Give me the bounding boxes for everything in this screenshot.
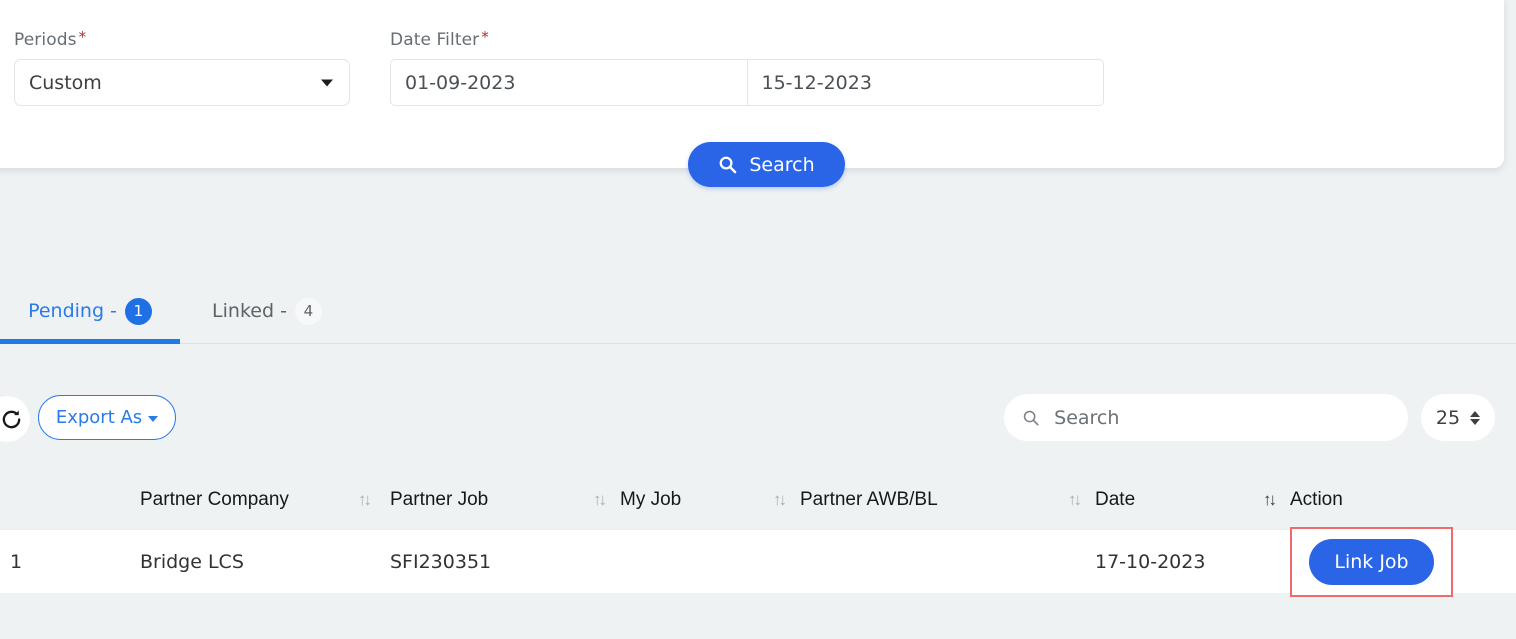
results-table: Partner Company ↑↓ Partner Job ↑↓ My Job… bbox=[0, 470, 1516, 597]
periods-required-asterisk: * bbox=[78, 28, 87, 46]
table-header-partner-awb-bl-label: Partner AWB/BL bbox=[800, 488, 938, 510]
periods-label-text: Periods bbox=[14, 30, 77, 50]
table-header-partner-company-label: Partner Company bbox=[140, 488, 289, 510]
table-header-my-job-label: My Job bbox=[620, 488, 682, 510]
sort-icon[interactable]: ↑↓ bbox=[1068, 490, 1082, 510]
date-to-input[interactable]: 15-12-2023 bbox=[746, 60, 1104, 105]
sort-icon[interactable]: ↑↓ bbox=[593, 490, 607, 510]
tab-linked-label: Linked - bbox=[212, 300, 287, 322]
page-size-value: 25 bbox=[1435, 406, 1461, 429]
page-bottom-strip bbox=[0, 622, 1516, 639]
tab-pending[interactable]: Pending - 1 bbox=[0, 282, 180, 340]
search-icon bbox=[719, 156, 737, 174]
table-header-date[interactable]: Date ↑↓ bbox=[1095, 489, 1290, 511]
row-partner-company: Bridge LCS bbox=[140, 550, 244, 573]
table-header-partner-company[interactable]: Partner Company ↑↓ bbox=[70, 489, 385, 511]
sort-icon[interactable]: ↑↓ bbox=[773, 490, 787, 510]
page-size-select[interactable]: 25 bbox=[1421, 394, 1495, 441]
search-button-label: Search bbox=[749, 153, 815, 176]
table-search-box[interactable] bbox=[1004, 394, 1408, 441]
sort-icon-active[interactable]: ↑↓ bbox=[1263, 490, 1277, 510]
table-search-input[interactable] bbox=[1052, 405, 1390, 430]
link-job-button[interactable]: Link Job bbox=[1309, 538, 1434, 585]
tab-linked-badge: 4 bbox=[294, 297, 322, 325]
periods-field-group: Periods * Custom bbox=[14, 30, 350, 106]
sort-icon[interactable]: ↑↓ bbox=[358, 490, 372, 510]
caret-down-icon bbox=[148, 416, 159, 422]
date-filter-label-text: Date Filter bbox=[390, 30, 480, 50]
tabs-divider bbox=[0, 343, 1516, 344]
table-header-my-job[interactable]: My Job ↑↓ bbox=[620, 489, 800, 511]
date-from-input[interactable]: 01-09-2023 bbox=[391, 60, 747, 105]
table-header-action-label: Action bbox=[1290, 488, 1343, 510]
date-range-inputs: 01-09-2023 15-12-2023 bbox=[390, 59, 1104, 106]
date-filter-required-asterisk: * bbox=[481, 28, 489, 46]
active-tab-underline bbox=[0, 339, 180, 344]
table-header-partner-awb-bl[interactable]: Partner AWB/BL ↑↓ bbox=[800, 489, 1095, 511]
table-header-partner-job[interactable]: Partner Job ↑↓ bbox=[385, 489, 620, 511]
periods-select[interactable]: Custom bbox=[14, 59, 350, 106]
tab-linked[interactable]: Linked - 4 bbox=[180, 282, 354, 340]
row-date: 17-10-2023 bbox=[1095, 550, 1206, 573]
export-as-button[interactable]: Export As bbox=[38, 395, 176, 440]
refresh-icon bbox=[2, 409, 21, 428]
tab-pending-badge: 1 bbox=[124, 297, 152, 325]
periods-label: Periods * bbox=[14, 28, 350, 51]
tab-pending-label: Pending - bbox=[28, 300, 117, 322]
tab-bar: Pending - 1 Linked - 4 bbox=[0, 282, 1516, 344]
refresh-button[interactable] bbox=[0, 396, 30, 442]
row-action-cell: Link Job bbox=[1290, 526, 1516, 597]
date-filter-label: Date Filter * bbox=[390, 28, 1104, 51]
periods-selected-value: Custom bbox=[29, 71, 102, 94]
chevron-down-icon bbox=[321, 79, 333, 86]
table-header-row: Partner Company ↑↓ Partner Job ↑↓ My Job… bbox=[0, 470, 1516, 529]
table-header-partner-job-label: Partner Job bbox=[390, 488, 489, 510]
row-index: 1 bbox=[10, 550, 23, 573]
search-button[interactable]: Search bbox=[688, 142, 845, 187]
date-filter-field-group: Date Filter * 01-09-2023 15-12-2023 bbox=[390, 30, 1104, 106]
row-partner-job: SFI230351 bbox=[390, 550, 492, 573]
search-icon bbox=[1023, 410, 1039, 426]
table-row: 1 Bridge LCS SFI230351 17-10-2023 Link J… bbox=[0, 526, 1516, 597]
table-header-action: Action bbox=[1290, 489, 1516, 511]
export-as-label: Export As bbox=[55, 407, 143, 428]
link-job-highlight-box: Link Job bbox=[1290, 526, 1453, 597]
table-header-date-label: Date bbox=[1095, 488, 1136, 510]
stepper-icon bbox=[1470, 410, 1481, 425]
